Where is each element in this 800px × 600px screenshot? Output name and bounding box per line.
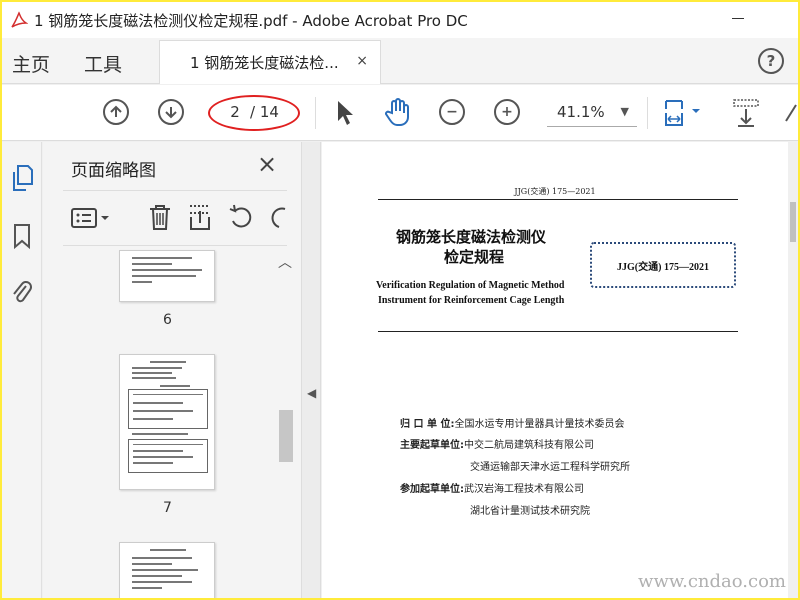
panel-title: 页面缩略图 — [71, 161, 156, 181]
minimize-button[interactable] — [730, 8, 750, 28]
doc-title-en-line2: Instrument for Reinforcement Cage Length — [378, 295, 565, 306]
site-watermark: www.cndao.com — [638, 571, 786, 592]
tab-home[interactable]: 主页 — [12, 50, 50, 77]
previous-page-button[interactable] — [103, 99, 129, 125]
org-main-row: 主要起草单位:中交二航局建筑科技有限公司 — [400, 436, 594, 451]
header-rule — [378, 199, 738, 200]
window-title: 1 钢筋笼长度磁法检测仪检定规程.pdf - Adobe Acrobat Pro… — [34, 11, 468, 30]
options-button[interactable] — [71, 207, 111, 233]
next-page-button[interactable] — [158, 99, 184, 125]
page-extract-icon — [190, 205, 210, 230]
fit-page-button[interactable] — [662, 97, 706, 133]
doc-title-cn-line1: 钢筋笼长度磁法检测仪 — [396, 228, 547, 246]
standard-code-stamp: JJG(交通) 175—2021 — [590, 242, 736, 288]
acrobat-window: 1 钢筋笼长度磁法检测仪检定规程.pdf - Adobe Acrobat Pro… — [2, 2, 798, 598]
scroll-mode-button[interactable] — [732, 97, 762, 133]
fit-width-icon — [665, 100, 700, 126]
chevron-up-icon[interactable]: ︿ — [278, 252, 292, 272]
org-join-row: 参加起草单位:武汉岩海工程技术有限公司 — [400, 480, 584, 495]
document-view[interactable]: JJG(交通) 175—2021 钢筋笼长度磁法检测仪 检定规程 Verific… — [322, 142, 798, 598]
toolbar-divider — [647, 97, 648, 129]
page-thumbnail[interactable] — [119, 542, 215, 598]
thumbnail-page-number: 6 — [163, 312, 172, 328]
close-panel-icon[interactable]: × — [257, 150, 277, 178]
tab-document[interactable]: 1 钢筋笼长度磁法检... × — [159, 40, 381, 84]
annotation-ellipse — [208, 95, 300, 131]
thumbnail-page-number: 7 — [163, 500, 172, 516]
minus-icon: − — [446, 104, 458, 120]
tab-document-label: 1 钢筋笼长度磁法检... — [190, 54, 339, 72]
org-unit-row: 归 口 单 位:全国水运专用计量器具计量技术委员会 — [400, 415, 624, 430]
rotate-left-button[interactable] — [227, 203, 255, 235]
scroll-thumb[interactable] — [279, 410, 293, 462]
doc-title-cn-line2: 检定规程 — [444, 248, 505, 266]
thumbnail-panel: 页面缩略图 × 6 7 ︿ — [43, 142, 301, 598]
rotate-clockwise-icon — [271, 207, 286, 228]
help-icon[interactable]: ? — [758, 48, 784, 74]
arrow-down-icon — [165, 107, 177, 119]
document-page: JJG(交通) 175—2021 钢筋笼长度磁法检测仪 检定规程 Verific… — [322, 142, 788, 598]
collapse-panel-icon[interactable]: ◀ — [307, 386, 316, 400]
chevron-down-icon: ▼ — [620, 105, 629, 118]
stamp-code: JJG(交通) 175—2021 — [617, 261, 709, 273]
zoom-in-button[interactable]: + — [494, 99, 520, 125]
org-unit-value: 全国水运专用计量器具计量技术委员会 — [454, 419, 625, 430]
page-thumbnail[interactable] — [119, 354, 215, 490]
doc-title-en-line1: Verification Regulation of Magnetic Meth… — [376, 280, 565, 291]
edit-pencil-icon — [785, 104, 797, 122]
zoom-out-button[interactable]: − — [439, 99, 465, 125]
trash-icon — [150, 205, 170, 230]
title-rule — [378, 331, 738, 332]
list-options-icon — [71, 208, 109, 228]
org-main-row-2: 交通运输部天津水运工程科学研究所 — [470, 462, 630, 473]
navigation-rail — [2, 142, 42, 598]
bookmark-icon — [14, 224, 30, 250]
plus-icon: + — [501, 104, 513, 120]
org-join-value: 武汉岩海工程技术有限公司 — [464, 484, 584, 495]
toolbar-divider — [315, 97, 316, 129]
thumbnail-toolbar — [63, 190, 287, 246]
zoom-select[interactable]: 41.1% ▼ — [547, 99, 637, 127]
zoom-value: 41.1% — [557, 103, 605, 121]
delete-page-button[interactable] — [147, 203, 173, 235]
copy-pages-icon — [13, 165, 33, 191]
attachments-button[interactable] — [10, 278, 34, 306]
page-thumbnails-button[interactable] — [10, 164, 34, 192]
more-tools-button[interactable] — [784, 101, 798, 129]
rotate-counterclockwise-icon — [229, 204, 252, 228]
bookmarks-button[interactable] — [10, 222, 34, 250]
title-bar: 1 钢筋笼长度磁法检测仪检定规程.pdf - Adobe Acrobat Pro… — [2, 2, 798, 38]
extract-page-button[interactable] — [187, 203, 213, 235]
tab-tools[interactable]: 工具 — [84, 50, 122, 77]
org-main-label: 主要起草单位: — [400, 440, 464, 451]
org-join-label: 参加起草单位: — [400, 484, 464, 495]
hand-icon — [385, 98, 409, 126]
thumbnail-scrollbar[interactable]: ︿ — [275, 250, 295, 598]
paperclip-icon — [13, 281, 32, 303]
tab-close-icon[interactable]: × — [356, 53, 368, 69]
toolbar: 2 / 14 − + 41.1% ▼ — [2, 85, 798, 141]
org-join-row-2: 湖北省计量测试技术研究院 — [470, 506, 590, 517]
org-unit-label: 归 口 单 位: — [400, 419, 455, 430]
document-scrollbar[interactable] — [788, 142, 798, 598]
panel-splitter[interactable]: ◀ — [301, 142, 321, 598]
select-tool-button[interactable] — [335, 99, 355, 131]
page-thumbnail[interactable] — [119, 250, 215, 302]
arrow-up-icon — [110, 105, 122, 117]
rotate-right-button[interactable] — [269, 203, 287, 235]
tab-bar: 主页 工具 1 钢筋笼长度磁法检... × ? — [2, 38, 798, 84]
doc-header-code: JJG(交通) 175—2021 — [514, 187, 596, 196]
pointer-icon — [338, 101, 353, 125]
org-main-value: 中交二航局建筑科技有限公司 — [464, 440, 594, 451]
scroll-mode-icon — [733, 99, 759, 127]
scroll-thumb[interactable] — [790, 202, 796, 242]
acrobat-logo-icon — [8, 9, 30, 31]
hand-tool-button[interactable] — [384, 97, 412, 131]
